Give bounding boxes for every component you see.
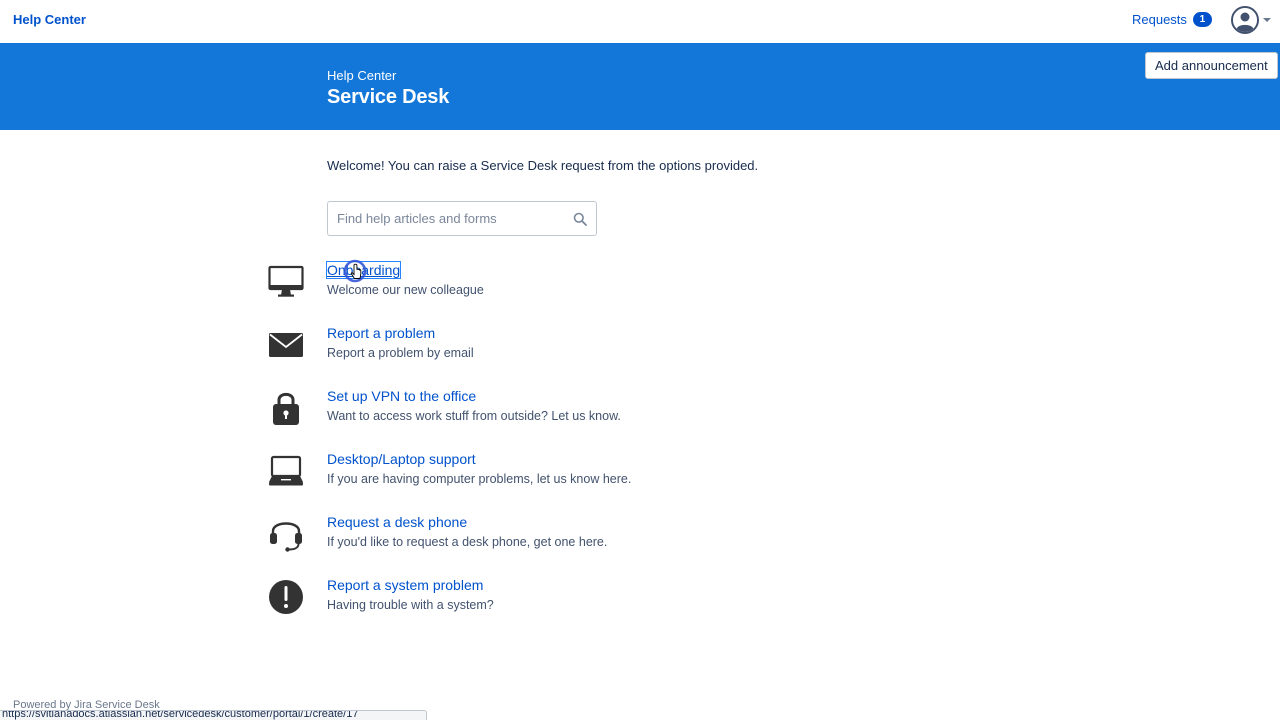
headset-icon: [265, 514, 307, 554]
request-type-label[interactable]: Report a system problem: [327, 577, 483, 593]
request-type-label[interactable]: Report a problem: [327, 325, 435, 341]
request-type-onboarding[interactable]: Onboarding Welcome our new colleague: [265, 261, 765, 312]
help-center-link[interactable]: Help Center: [13, 12, 86, 27]
portal-banner: Help Center Service Desk Add announcemen…: [0, 43, 1280, 130]
status-url: https://svitlanadocs.atlassian.net/servi…: [2, 710, 359, 720]
monitor-icon: [265, 262, 307, 302]
search-box[interactable]: [327, 201, 597, 236]
request-type-description: Having trouble with a system?: [327, 598, 494, 612]
requests-link[interactable]: Requests 1: [1132, 12, 1212, 27]
alert-icon: [265, 577, 307, 617]
request-type-desktop-support[interactable]: Desktop/Laptop support If you are having…: [265, 451, 765, 501]
chevron-down-icon[interactable]: [1263, 18, 1271, 22]
request-type-desk-phone[interactable]: Request a desk phone If you'd like to re…: [265, 514, 765, 564]
add-announcement-button[interactable]: Add announcement: [1145, 52, 1278, 79]
request-type-description: If you'd like to request a desk phone, g…: [327, 535, 608, 549]
user-avatar[interactable]: [1231, 6, 1259, 34]
request-type-label[interactable]: Desktop/Laptop support: [327, 451, 476, 467]
search-input[interactable]: [337, 202, 567, 235]
request-type-label[interactable]: Set up VPN to the office: [327, 388, 476, 404]
request-type-description: Want to access work stuff from outside? …: [327, 409, 621, 423]
top-navigation: Help Center Requests 1: [0, 0, 1280, 43]
laptop-icon: [265, 451, 307, 491]
browser-status-bar: https://svitlanadocs.atlassian.net/servi…: [0, 710, 427, 720]
request-type-vpn[interactable]: Set up VPN to the office Want to access …: [265, 388, 765, 438]
requests-label: Requests: [1132, 12, 1187, 27]
request-type-report-problem[interactable]: Report a problem Report a problem by ema…: [265, 325, 765, 375]
requests-count-badge: 1: [1192, 12, 1212, 27]
request-type-label[interactable]: Onboarding: [325, 261, 402, 279]
lock-icon: [265, 388, 307, 428]
request-type-description: If you are having computer problems, let…: [327, 472, 632, 486]
user-icon: [1233, 8, 1257, 32]
search-icon[interactable]: [573, 212, 587, 226]
banner-subtitle: Help Center: [327, 68, 397, 83]
welcome-message: Welcome! You can raise a Service Desk re…: [327, 158, 759, 173]
request-type-system-problem[interactable]: Report a system problem Having trouble w…: [265, 577, 765, 627]
page-title: Service Desk: [327, 86, 450, 108]
request-type-description: Welcome our new colleague: [327, 283, 484, 297]
request-type-description: Report a problem by email: [327, 346, 474, 360]
envelope-icon: [265, 325, 307, 365]
request-type-label[interactable]: Request a desk phone: [327, 514, 467, 530]
